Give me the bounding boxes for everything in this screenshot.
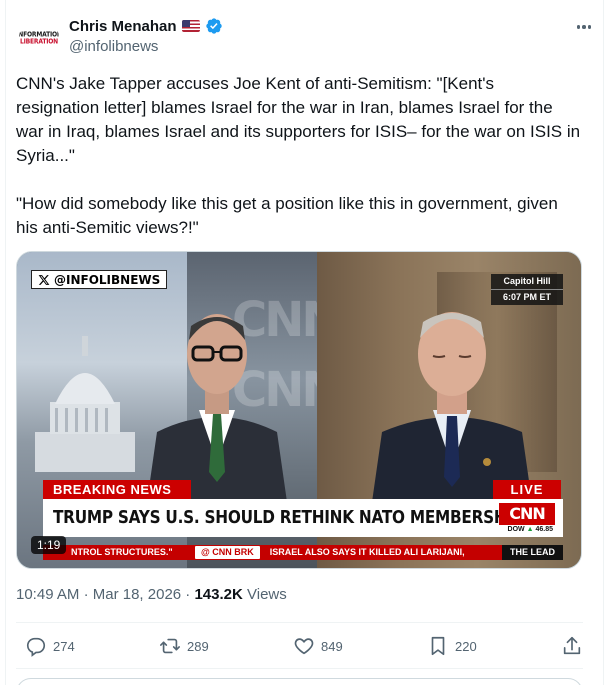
like-button[interactable]: 849 <box>293 635 343 657</box>
broadcast-time: 6:07 PM ET <box>502 292 551 302</box>
video-player[interactable]: CNN CNN @INFOLIBNEWS Capitol Hill 6:07 P… <box>16 251 582 569</box>
verified-badge-icon[interactable] <box>205 17 223 35</box>
reply-icon <box>26 637 46 657</box>
reply-button[interactable]: 274 <box>25 635 75 657</box>
tweet-paragraph-1: CNN's Jake Tapper accuses Joe Kent of an… <box>16 74 585 165</box>
dow-label: DOW <box>507 526 525 533</box>
bookmark-button[interactable]: 220 <box>427 635 477 657</box>
share-icon <box>563 636 581 655</box>
ticker-brk-tag: @ CNN BRK <box>195 546 260 559</box>
dow-up-arrow-icon: ▲ <box>526 526 534 533</box>
breaking-news-banner: BREAKING NEWS <box>43 480 191 499</box>
meta-separator: · <box>83 586 89 603</box>
author-name-row: Chris Menahan <box>69 17 223 35</box>
author-display-name[interactable]: Chris Menahan <box>69 18 177 35</box>
divider <box>16 622 583 623</box>
tweet-time[interactable]: 10:49 AM <box>16 586 79 603</box>
x-logo-icon <box>38 274 50 285</box>
news-ticker: NTROL STRUCTURES." @ CNN BRK ISRAEL ALSO… <box>43 545 563 560</box>
cnn-logo: CNN <box>499 503 555 525</box>
share-button[interactable] <box>561 635 583 657</box>
tweet-paragraph-2: "How did somebody like this get a positi… <box>16 194 563 237</box>
chyron: TRUMP SAYS U.S. SHOULD RETHINK NATO MEMB… <box>43 499 563 537</box>
more-options-icon[interactable] <box>574 17 594 37</box>
capitol-dome-image <box>35 336 135 472</box>
guest-figure <box>372 312 532 502</box>
repost-count: 289 <box>187 638 209 654</box>
us-flag-icon <box>181 20 200 32</box>
anchor-figure <box>147 314 287 502</box>
bookmark-icon <box>431 636 445 656</box>
tweet-meta: 10:49 AM · Mar 18, 2026 · 143.2K Views <box>16 586 287 603</box>
views-count: 143.2K <box>194 586 243 603</box>
watermark-text: @INFOLIBNEWS <box>54 272 161 287</box>
location-label: Capitol Hill <box>491 274 563 290</box>
views-label: Views <box>247 586 287 603</box>
location-box: Capitol Hill 6:07 PM ET <box>491 274 563 305</box>
repost-icon <box>160 638 180 654</box>
avatar-text-bottom: LIBERATION <box>20 37 58 46</box>
video-duration: 1:19 <box>31 536 67 554</box>
watermark: @INFOLIBNEWS <box>31 270 168 289</box>
meta-separator-2: · <box>185 586 191 603</box>
heart-icon <box>294 638 314 655</box>
chyron-headline: TRUMP SAYS U.S. SHOULD RETHINK NATO MEMB… <box>53 507 523 528</box>
tweet-text: CNN's Jake Tapper accuses Joe Kent of an… <box>16 72 581 240</box>
dow-value: 46.85 <box>535 526 553 533</box>
author-handle[interactable]: @infolibnews <box>69 38 158 55</box>
ticker-text-2: ISRAEL ALSO SAYS IT KILLED ALI LARIJANI, <box>269 547 465 557</box>
divider-bottom <box>16 668 583 669</box>
repost-button[interactable]: 289 <box>159 635 209 657</box>
like-count: 849 <box>321 638 343 654</box>
tweet-date[interactable]: Mar 18, 2026 <box>93 586 181 603</box>
avatar[interactable]: INFORMATION LIBERATION <box>19 18 59 58</box>
reply-input[interactable] <box>16 678 583 685</box>
dow-ticker: DOW ▲ 46.85 <box>508 526 553 533</box>
bookmark-count: 220 <box>455 638 477 654</box>
live-badge: LIVE <box>493 480 561 499</box>
reply-count: 274 <box>53 638 75 654</box>
ticker-show-name: THE LEAD <box>502 545 563 560</box>
